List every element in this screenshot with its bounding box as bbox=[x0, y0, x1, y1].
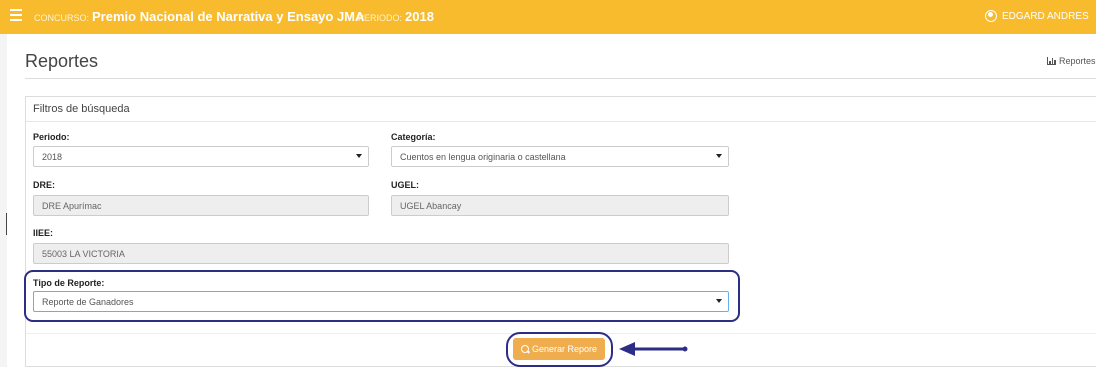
filters-panel: Filtros de búsqueda bbox=[25, 96, 1096, 367]
periodo-select[interactable]: 2018 bbox=[33, 146, 369, 167]
categoria-select-value: Cuentos en lengua originaria o castellan… bbox=[400, 152, 566, 162]
dre-field-value: DRE Apurímac bbox=[42, 201, 102, 211]
top-bar: Concurso: Premio Nacional de Narrativa y… bbox=[0, 0, 1096, 34]
periodo-field-label: Periodo: bbox=[33, 132, 70, 142]
divider bbox=[25, 78, 1096, 79]
user-menu[interactable]: EDGARD ANDRES bbox=[985, 10, 1089, 22]
chevron-down-icon bbox=[716, 299, 722, 303]
dre-field-label: DRE: bbox=[33, 180, 55, 190]
concurso-value: Premio Nacional de Narrativa y Ensayo JM… bbox=[92, 9, 365, 24]
ugel-field-value: UGEL Abancay bbox=[400, 201, 462, 211]
concurso-label: Concurso: bbox=[34, 13, 90, 23]
periodo-label: Periodo: bbox=[358, 13, 403, 23]
generate-report-button[interactable]: Generar Repore bbox=[513, 338, 605, 360]
menu-icon[interactable] bbox=[10, 9, 22, 21]
dre-field: DRE Apurímac bbox=[33, 195, 369, 216]
user-name: EDGARD ANDRES bbox=[1002, 10, 1089, 22]
periodo-info: Periodo: 2018 bbox=[358, 9, 434, 24]
bar-chart-icon bbox=[1047, 57, 1057, 65]
chevron-down-icon bbox=[716, 154, 722, 158]
divider bbox=[6, 213, 7, 235]
iiee-field-label: IIEE: bbox=[33, 228, 54, 238]
tipo-reporte-select[interactable]: Reporte de Ganadores bbox=[33, 291, 729, 312]
iiee-field-value: 55003 LA VICTORIA bbox=[42, 249, 125, 259]
categoria-field-label: Categoría: bbox=[391, 132, 436, 142]
tipo-reporte-field-label: Tipo de Reporte: bbox=[33, 278, 105, 288]
search-icon bbox=[520, 345, 529, 353]
user-icon bbox=[985, 10, 997, 22]
generate-report-label: Generar Repore bbox=[531, 344, 598, 354]
panel-heading: Filtros de búsqueda bbox=[26, 97, 1096, 122]
ugel-field-label: UGEL: bbox=[391, 180, 419, 190]
sidebar-edge bbox=[0, 34, 7, 367]
categoria-select[interactable]: Cuentos en lengua originaria o castellan… bbox=[391, 146, 729, 167]
concurso-info: Concurso: Premio Nacional de Narrativa y… bbox=[34, 9, 364, 24]
chevron-down-icon bbox=[356, 154, 362, 158]
breadcrumb[interactable]: Reportes bbox=[1047, 56, 1096, 66]
ugel-field: UGEL Abancay bbox=[391, 195, 729, 216]
page-title: Reportes bbox=[25, 51, 99, 71]
periodo-select-value: 2018 bbox=[42, 152, 63, 162]
tipo-reporte-select-value: Reporte de Ganadores bbox=[42, 297, 134, 307]
pointer-arrow bbox=[619, 342, 688, 356]
iiee-field: 55003 LA VICTORIA bbox=[33, 243, 729, 264]
periodo-value: 2018 bbox=[405, 9, 434, 24]
breadcrumb-label: Reportes bbox=[1059, 56, 1096, 66]
